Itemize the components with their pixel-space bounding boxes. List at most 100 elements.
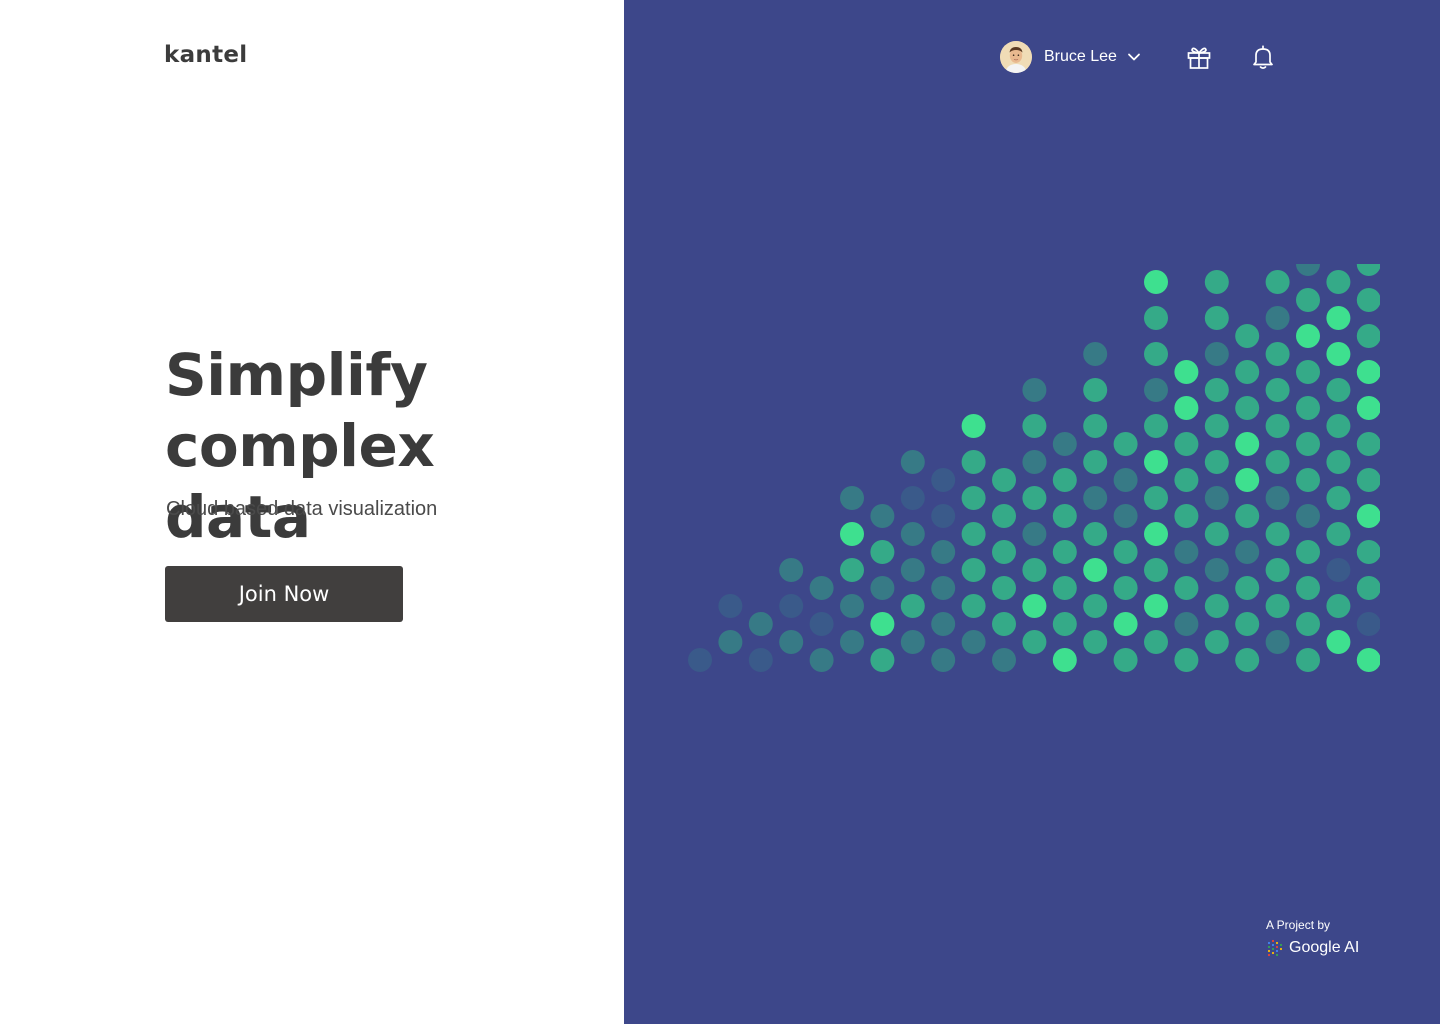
chart-dot — [1113, 612, 1138, 636]
chart-dot — [1052, 504, 1077, 528]
chart-dot — [961, 630, 986, 654]
chart-dot — [1265, 306, 1290, 330]
chart-dot — [1356, 540, 1380, 564]
chart-dot — [1235, 468, 1260, 492]
chart-dot — [1083, 486, 1108, 510]
chart-dot — [1174, 468, 1199, 492]
chart-dot — [1265, 522, 1290, 546]
logo[interactable]: kantel — [164, 42, 247, 68]
credit-brand[interactable]: Google AI — [1266, 938, 1359, 958]
chart-dot — [1356, 324, 1380, 348]
chart-dot — [1326, 558, 1351, 582]
chart-dot — [1204, 558, 1229, 582]
user-name: Bruce Lee — [1044, 48, 1117, 65]
chart-dot — [1174, 504, 1199, 528]
chart-dot — [1083, 450, 1108, 474]
chart-dot — [1022, 450, 1047, 474]
chart-dot — [1022, 630, 1047, 654]
chart-dot — [900, 594, 925, 618]
chart-dot — [1022, 378, 1047, 402]
chart-dot — [1265, 486, 1290, 510]
chart-dot — [1204, 450, 1229, 474]
chart-dot — [1235, 540, 1260, 564]
chart-dot — [992, 540, 1016, 564]
chart-dot — [900, 450, 925, 474]
chart-dot — [1265, 630, 1290, 654]
chart-dot — [992, 648, 1016, 672]
hero-headline-line1: Simplify — [165, 341, 428, 409]
chart-dot — [1326, 378, 1351, 402]
chevron-down-icon — [1127, 50, 1141, 64]
chart-dot — [992, 576, 1016, 600]
chart-dot — [1052, 612, 1077, 636]
chart-dot — [1022, 414, 1047, 438]
chart-dot — [1204, 630, 1229, 654]
avatar — [1000, 41, 1032, 73]
chart-dot — [1235, 648, 1260, 672]
chart-dot — [1113, 432, 1138, 456]
chart-dot — [1083, 414, 1108, 438]
chart-dot — [1144, 558, 1168, 582]
chart-dot — [1083, 342, 1108, 366]
chart-dot — [1235, 396, 1260, 420]
chart-dot — [1204, 414, 1229, 438]
chart-dot — [1265, 414, 1290, 438]
chart-dot — [1326, 594, 1351, 618]
chart-dot — [1326, 522, 1351, 546]
chart-dot — [1144, 270, 1168, 294]
chart-dot — [1174, 360, 1199, 384]
chart-dot — [931, 612, 956, 636]
chart-dot — [688, 648, 712, 672]
chart-dot — [779, 558, 804, 582]
chart-dot — [1144, 594, 1168, 618]
chart-dot — [1174, 576, 1199, 600]
chart-dot — [870, 648, 895, 672]
join-now-button[interactable]: Join Now — [165, 566, 403, 622]
chart-dot — [1296, 432, 1320, 456]
chart-dot — [1326, 342, 1351, 366]
chart-dot — [992, 612, 1016, 636]
chart-dot — [1144, 378, 1168, 402]
chart-dot — [1265, 450, 1290, 474]
chart-dot — [1022, 486, 1047, 510]
chart-dot — [1356, 504, 1380, 528]
chart-dot — [1174, 432, 1199, 456]
chart-dot — [1356, 468, 1380, 492]
bell-icon — [1253, 45, 1273, 69]
chart-dot — [1356, 360, 1380, 384]
chart-dot — [718, 594, 743, 618]
chart-dot — [1235, 576, 1260, 600]
hero-subtitle: Cloud based data visualization — [166, 498, 438, 520]
chart-dot — [1113, 576, 1138, 600]
left-panel: kantel Simplify complex data Cloud based… — [0, 0, 624, 1024]
chart-dot — [1356, 288, 1380, 312]
chart-dot — [870, 612, 895, 636]
chart-dot — [1144, 450, 1168, 474]
chart-dot — [1296, 504, 1320, 528]
chart-dot — [1296, 576, 1320, 600]
chart-dot — [1326, 630, 1351, 654]
chart-dot — [1204, 486, 1229, 510]
chart-dot — [1296, 264, 1320, 276]
chart-dot — [1022, 558, 1047, 582]
chart-dot — [1022, 594, 1047, 618]
chart-dot — [961, 558, 986, 582]
chart-dot — [1052, 432, 1077, 456]
gift-button[interactable] — [1185, 43, 1213, 71]
chart-dot — [1296, 360, 1320, 384]
chart-dot — [779, 594, 804, 618]
chart-dot — [1174, 540, 1199, 564]
user-menu[interactable]: Bruce Lee — [1000, 41, 1141, 73]
chart-dot — [931, 648, 956, 672]
hero-headline: Simplify complex data — [165, 340, 585, 553]
chart-dot — [870, 540, 895, 564]
chart-dot — [1235, 504, 1260, 528]
chart-dot — [1144, 306, 1168, 330]
chart-dot — [931, 468, 956, 492]
chart-dot — [1296, 468, 1320, 492]
dot-matrix-visualization — [688, 264, 1380, 672]
chart-dot — [1174, 648, 1199, 672]
notifications-button[interactable] — [1249, 43, 1277, 71]
chart-dot — [1235, 360, 1260, 384]
chart-dot — [1356, 612, 1380, 636]
